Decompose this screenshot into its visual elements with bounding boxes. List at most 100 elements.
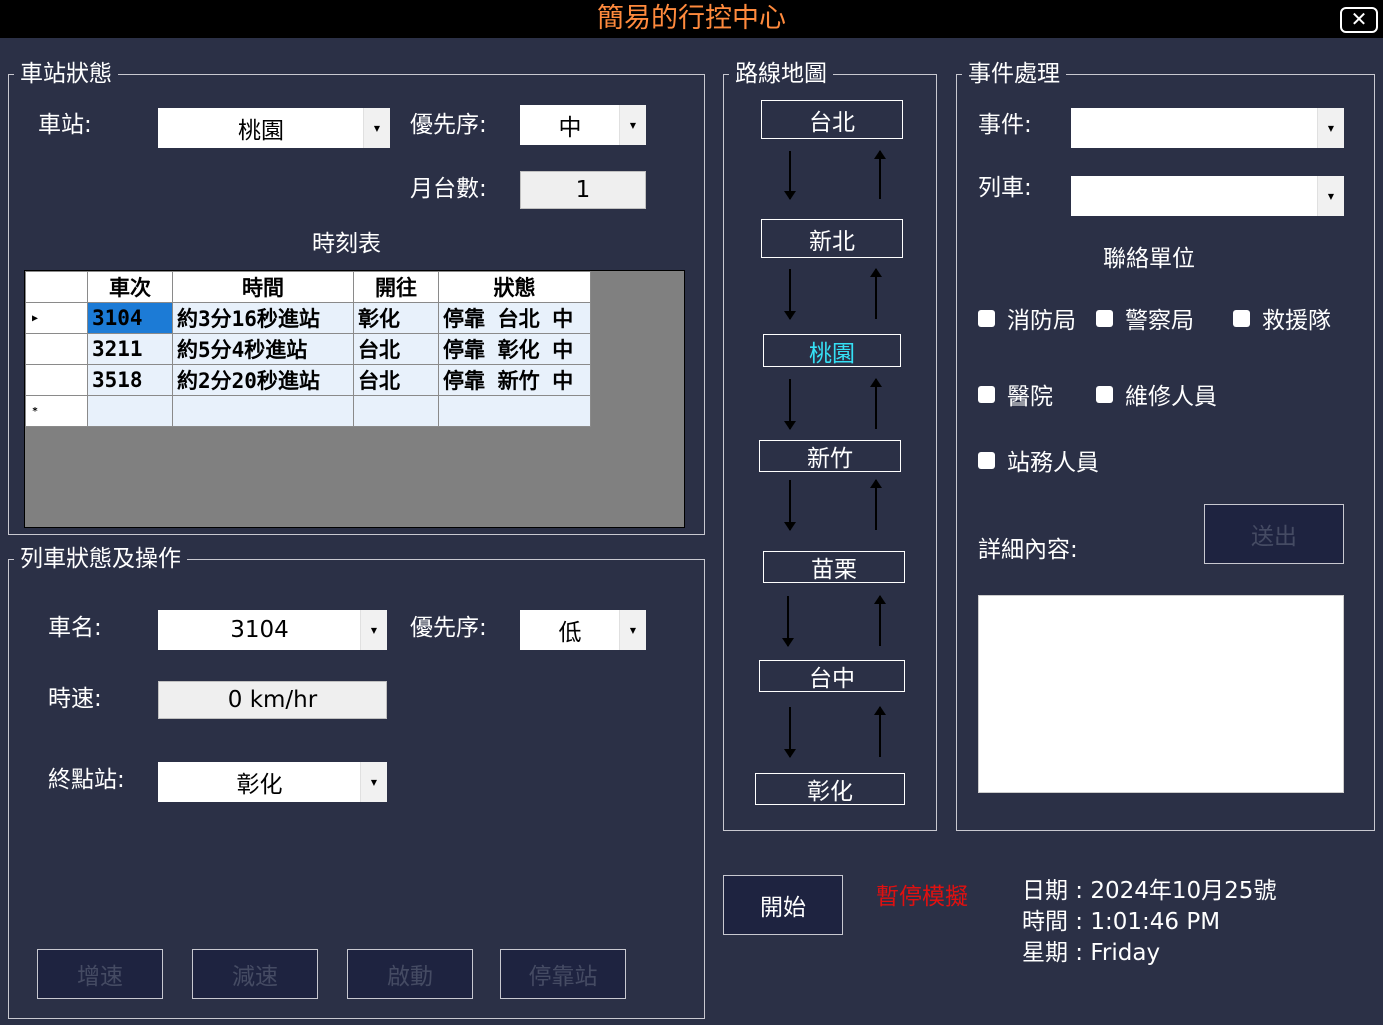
- station-miaoli[interactable]: 苗栗: [763, 551, 905, 583]
- close-icon[interactable]: ✕: [1340, 7, 1378, 33]
- timetable-table: 車次 時間 開往 狀態 ▶ 3104 約3分16秒進站 彰化 停靠 台北 中 3…: [25, 271, 591, 427]
- table-new-row[interactable]: *: [25, 395, 591, 427]
- chevron-down-icon[interactable]: ▼: [360, 610, 387, 650]
- table-cell[interactable]: 台北: [353, 333, 439, 365]
- timetable-grid[interactable]: 車次 時間 開往 狀態 ▶ 3104 約3分16秒進站 彰化 停靠 台北 中 3…: [24, 270, 685, 528]
- contact-label: 救援隊: [1262, 308, 1331, 334]
- table-cell[interactable]: [438, 395, 591, 427]
- table-row[interactable]: 3211 約5分4秒進站 台北 停靠 彰化 中: [25, 333, 591, 365]
- decelerate-button[interactable]: 減速: [192, 949, 318, 999]
- stop-at-station-button[interactable]: 停靠站: [500, 949, 626, 999]
- event-label: 事件:: [978, 112, 1032, 138]
- contact-police-checkbox[interactable]: 警察局: [1096, 301, 1194, 335]
- table-row[interactable]: 3518 約2分20秒進站 台北 停靠 新竹 中: [25, 364, 591, 396]
- paused-status-label: 暫停模擬: [876, 884, 968, 910]
- window-title: 簡易的行控中心: [597, 3, 786, 34]
- incident-group-label: 事件處理: [962, 60, 1066, 88]
- chevron-down-icon[interactable]: ▼: [1317, 176, 1344, 216]
- contact-maintenance-checkbox[interactable]: 維修人員: [1096, 377, 1217, 411]
- train-priority-label: 優先序:: [410, 615, 487, 641]
- terminal-value: 彰化: [236, 772, 283, 798]
- contact-label: 站務人員: [1007, 450, 1099, 476]
- table-cell[interactable]: 3518: [87, 364, 173, 396]
- arrow-up-icon: [870, 378, 882, 429]
- station-taipei[interactable]: 台北: [761, 100, 903, 139]
- arrow-down-icon: [784, 480, 796, 531]
- station-taoyuan[interactable]: 桃園: [763, 334, 901, 367]
- route-map-group-label: 路線地圖: [729, 60, 833, 88]
- table-cell[interactable]: 約3分16秒進站: [172, 302, 354, 334]
- time-label: 時間 : 1:01:46 PM: [1022, 909, 1221, 935]
- station-taichung[interactable]: 台中: [759, 660, 905, 692]
- station-hsinchu[interactable]: 新竹: [759, 440, 901, 472]
- chevron-down-icon[interactable]: ▼: [363, 108, 390, 148]
- table-cell[interactable]: 台北: [353, 364, 439, 396]
- chevron-down-icon[interactable]: ▼: [1317, 108, 1344, 148]
- arrow-up-icon: [874, 706, 886, 757]
- table-cell[interactable]: 彰化: [353, 302, 439, 334]
- accelerate-button[interactable]: 增速: [37, 949, 163, 999]
- table-cell[interactable]: 3211: [87, 333, 173, 365]
- start-simulation-button[interactable]: 開始: [723, 875, 843, 935]
- arrow-down-icon: [784, 269, 796, 320]
- event-select-value: [1071, 108, 1318, 148]
- checkbox-icon[interactable]: [978, 385, 995, 403]
- train-priority-select[interactable]: 低 ▼: [520, 610, 646, 650]
- arrow-up-icon: [874, 150, 886, 199]
- arrow-up-icon: [870, 479, 882, 530]
- arrow-down-icon: [784, 151, 796, 200]
- details-textarea[interactable]: [978, 595, 1344, 793]
- contact-hospital-checkbox[interactable]: 醫院: [978, 377, 1053, 411]
- table-cell[interactable]: 約5分4秒進站: [172, 333, 354, 365]
- contact-label: 消防局: [1007, 308, 1076, 334]
- chevron-down-icon[interactable]: ▼: [619, 105, 646, 145]
- station-priority-label: 優先序:: [410, 112, 487, 138]
- row-header[interactable]: [25, 364, 88, 396]
- checkbox-icon[interactable]: [1233, 309, 1250, 327]
- chevron-down-icon[interactable]: ▼: [619, 610, 646, 650]
- row-header[interactable]: [25, 333, 88, 365]
- column-header-status[interactable]: 狀態: [438, 271, 591, 303]
- checkbox-icon[interactable]: [978, 309, 995, 327]
- checkbox-icon[interactable]: [978, 451, 995, 469]
- station-changhua[interactable]: 彰化: [755, 773, 905, 805]
- date-label: 日期 : 2024年10月25號: [1022, 878, 1277, 904]
- column-header-train[interactable]: 車次: [87, 271, 173, 303]
- train-priority-value: 低: [558, 620, 582, 646]
- train-name-select[interactable]: 3104 ▼: [158, 610, 387, 650]
- send-button[interactable]: 送出: [1204, 504, 1344, 564]
- train-status-group-label: 列車狀態及操作: [14, 545, 187, 573]
- terminal-select[interactable]: 彰化 ▼: [158, 762, 387, 802]
- table-cell[interactable]: 約2分20秒進站: [172, 364, 354, 396]
- row-selector-icon[interactable]: ▶: [25, 302, 88, 334]
- new-row-icon[interactable]: *: [25, 395, 88, 427]
- column-header-destination[interactable]: 開往: [353, 271, 439, 303]
- table-cell[interactable]: 3104: [87, 302, 173, 334]
- station-status-group-label: 車站狀態: [14, 60, 118, 88]
- arrow-down-icon: [782, 596, 794, 647]
- table-cell[interactable]: [87, 395, 173, 427]
- incident-train-select[interactable]: ▼: [1071, 176, 1344, 216]
- checkbox-icon[interactable]: [1096, 385, 1113, 403]
- contact-station-staff-checkbox[interactable]: 站務人員: [978, 443, 1099, 477]
- contact-rescue-checkbox[interactable]: 救援隊: [1233, 301, 1331, 335]
- chevron-down-icon[interactable]: ▼: [360, 762, 387, 802]
- table-cell[interactable]: [172, 395, 354, 427]
- checkbox-icon[interactable]: [1096, 309, 1113, 327]
- station-xinbei[interactable]: 新北: [761, 219, 903, 258]
- table-cell[interactable]: 停靠 新竹 中: [438, 364, 591, 396]
- event-select[interactable]: ▼: [1071, 108, 1344, 148]
- contact-label: 醫院: [1007, 384, 1053, 410]
- start-train-button[interactable]: 啟動: [347, 949, 473, 999]
- table-cell[interactable]: 停靠 彰化 中: [438, 333, 591, 365]
- station-select[interactable]: 桃園 ▼: [158, 108, 390, 148]
- timetable-label: 時刻表: [312, 231, 381, 257]
- table-cell[interactable]: 停靠 台北 中: [438, 302, 591, 334]
- speed-field: 0 km/hr: [158, 681, 387, 719]
- table-cell[interactable]: [353, 395, 439, 427]
- contact-fire-dept-checkbox[interactable]: 消防局: [978, 301, 1076, 335]
- station-priority-select[interactable]: 中 ▼: [520, 105, 646, 145]
- column-header-time[interactable]: 時間: [172, 271, 354, 303]
- row-header-corner: [25, 271, 88, 303]
- table-row[interactable]: ▶ 3104 約3分16秒進站 彰化 停靠 台北 中: [25, 302, 591, 334]
